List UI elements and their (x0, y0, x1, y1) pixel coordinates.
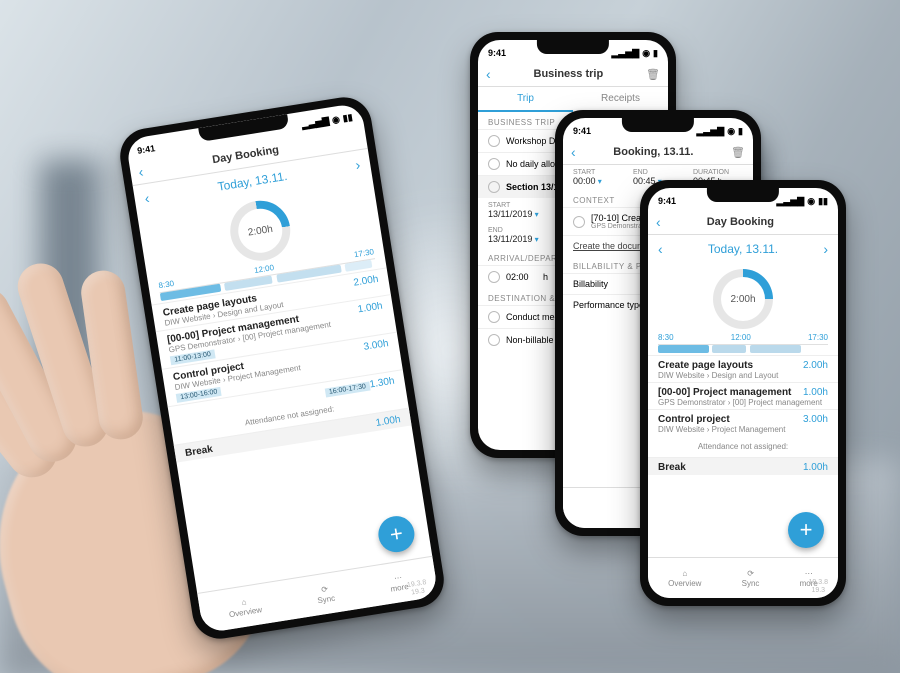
signal-icon: ▂▃▅▇ (301, 115, 330, 130)
attendance-notice: Attendance not assigned: (648, 436, 838, 457)
status-time: 9:41 (488, 48, 506, 58)
delete-icon[interactable]: 🗑 (646, 68, 660, 81)
clock-icon (488, 271, 500, 283)
sync-icon: ⟳ (321, 584, 329, 594)
delete-icon[interactable]: 🗑 (731, 146, 745, 159)
current-date: Today, 13.11. (708, 242, 778, 256)
tab-bar: Trip Receipts (478, 87, 668, 112)
home-icon: ⌂ (241, 597, 247, 607)
more-icon: ⋯ (393, 572, 402, 582)
add-fab[interactable]: + (788, 512, 824, 548)
prev-day-icon[interactable]: ‹ (658, 241, 663, 257)
hours-donut: 2:00h (226, 196, 295, 265)
target-icon (573, 216, 585, 228)
nav-sync[interactable]: ⟳Sync (742, 569, 760, 588)
next-day-icon[interactable]: › (354, 156, 361, 173)
bottom-nav: ⌂Overview ⟳Sync ⋯more 19.3.819.3 (648, 557, 838, 598)
plus-icon: + (388, 520, 405, 548)
task-row[interactable]: 3.00h Control project DIW Website › Proj… (648, 409, 838, 436)
version-label: 19.3.819.3 (407, 578, 433, 596)
screen-title: Day Booking (707, 216, 774, 228)
battery-icon: ▮▮ (342, 111, 354, 123)
nav-overview[interactable]: ⌂Overview (227, 595, 263, 619)
navbar: ‹ Day Booking (648, 210, 838, 235)
navbar: ‹ Booking, 13.11. 🗑 (563, 140, 753, 165)
list-icon (488, 181, 500, 193)
break-hours: 1.00h (375, 414, 401, 429)
back-chevron-icon[interactable]: ‹ (656, 214, 661, 230)
status-time: 9:41 (136, 143, 155, 156)
navbar: ‹ Business trip 🗑 (478, 62, 668, 87)
checklist-icon (488, 311, 500, 323)
tab-receipts[interactable]: Receipts (573, 87, 668, 112)
notch (537, 40, 609, 54)
back-chevron-icon[interactable]: ‹ (571, 144, 576, 160)
screen-title: Business trip (534, 68, 604, 80)
task-row[interactable]: 1.00h [00-00] Project management GPS Dem… (648, 382, 838, 409)
notch (707, 188, 779, 202)
hours-donut: 2:00h (713, 269, 773, 329)
add-fab[interactable]: + (376, 514, 417, 555)
date-nav: ‹ Today, 13.11. › (648, 235, 838, 263)
tab-trip[interactable]: Trip (478, 87, 573, 112)
nav-overview[interactable]: ⌂Overview (668, 569, 701, 588)
current-date: Today, 13.11. (217, 169, 289, 194)
timeline-scale: 8:3012:0017:30 (648, 331, 838, 344)
screen-title: Booking, 13.11. (613, 146, 693, 158)
screen-title: Day Booking (211, 144, 279, 166)
notch (622, 118, 694, 132)
circle-icon (488, 158, 500, 170)
version-label: 19.3.819.3 (809, 579, 832, 594)
task-row[interactable]: 2.00h Create page layouts DIW Website › … (648, 355, 838, 382)
target-icon (488, 135, 500, 147)
circle-icon (488, 334, 500, 346)
wifi-icon: ◉ (331, 113, 340, 125)
nav-sync[interactable]: ⟳Sync (315, 583, 336, 605)
back-chevron-icon[interactable]: ‹ (486, 66, 491, 82)
timeline-track (658, 344, 828, 355)
prev-day-icon[interactable]: ‹ (144, 190, 151, 207)
back-chevron-icon[interactable]: ‹ (137, 163, 144, 180)
break-row[interactable]: 1.00h Break (648, 457, 838, 475)
next-day-icon[interactable]: › (823, 241, 828, 257)
